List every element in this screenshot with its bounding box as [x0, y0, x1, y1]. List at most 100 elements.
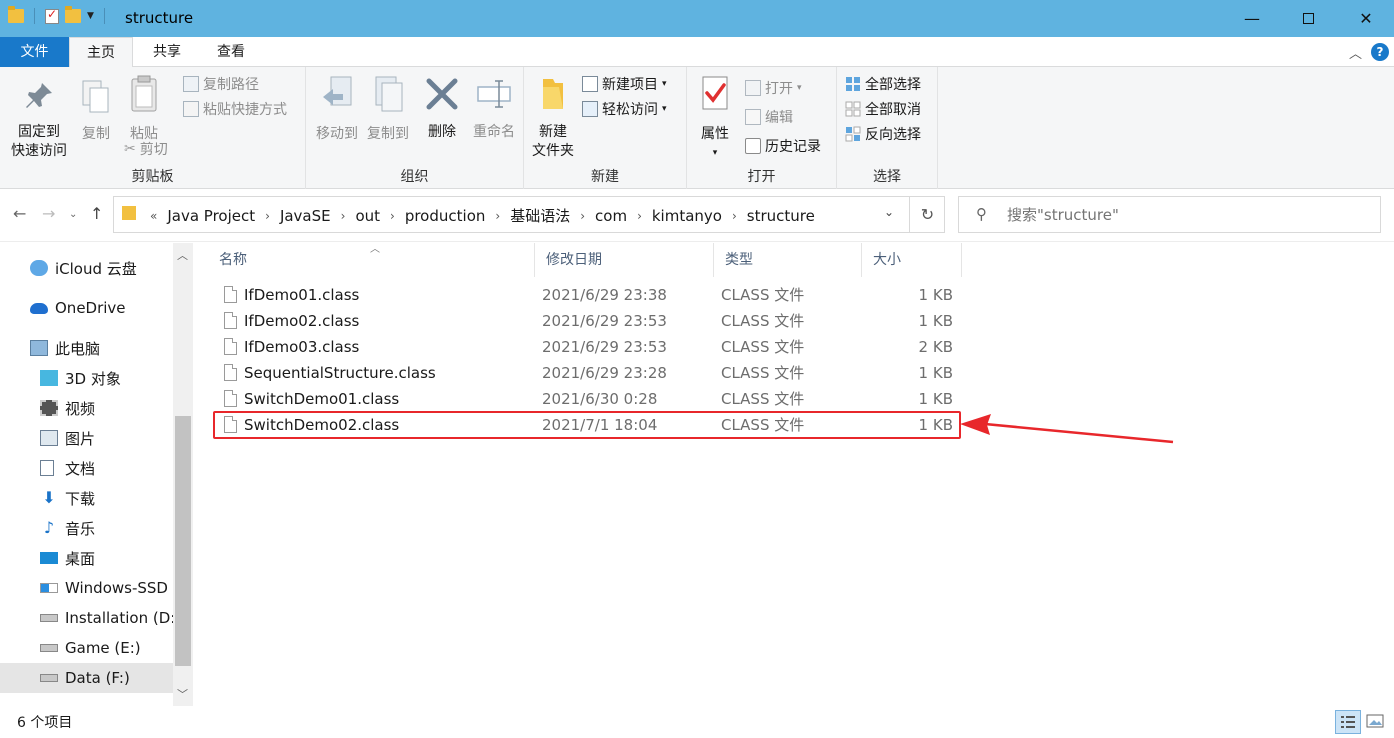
select-all-button[interactable]: 全部选择	[845, 73, 921, 95]
scroll-down-icon[interactable]: ﹀	[177, 686, 188, 702]
customize-toolbar-chevron-icon[interactable]: ▼	[87, 11, 94, 21]
tab-file[interactable]: 文件	[0, 37, 69, 67]
nav-item-onedrive[interactable]: OneDrive	[0, 293, 173, 323]
breadcrumb-item[interactable]: 基础语法	[510, 205, 570, 226]
tab-view[interactable]: 查看	[200, 37, 262, 67]
forward-arrow-icon[interactable]: →	[42, 204, 55, 223]
new-folder-button[interactable]: 新建 文件夹	[529, 75, 577, 161]
breadcrumb-chevron-icon[interactable]: ›	[390, 209, 395, 223]
scrollbar-thumb[interactable]	[175, 416, 191, 666]
new-item-label: 新建项目	[602, 77, 658, 93]
breadcrumb-overflow[interactable]: «	[150, 209, 157, 223]
breadcrumb-item[interactable]: JavaSE	[280, 207, 331, 225]
nav-item-data-f[interactable]: Data (F:)	[0, 663, 173, 693]
refresh-button[interactable]: ↻	[909, 197, 945, 232]
copy-to-button[interactable]: 复制到	[360, 75, 416, 144]
file-row[interactable]: SwitchDemo01.class 2021/6/30 0:28 CLASS …	[215, 386, 960, 412]
nav-pane-scrollbar[interactable]: ︿ ﹀	[173, 243, 193, 706]
nav-item-documents[interactable]: 文档	[0, 453, 173, 483]
breadcrumb-item[interactable]: kimtanyo	[652, 207, 722, 225]
edit-button[interactable]: 编辑	[745, 106, 793, 128]
back-arrow-icon[interactable]: ←	[13, 204, 26, 223]
tab-home[interactable]: 主页	[69, 37, 133, 68]
scroll-up-icon[interactable]: ︿	[177, 247, 188, 263]
file-name: IfDemo03.class	[244, 338, 360, 356]
breadcrumb-chevron-icon[interactable]: ›	[341, 209, 346, 223]
paste-button[interactable]: 粘贴	[124, 75, 164, 144]
collapse-ribbon-icon[interactable]: ︿	[1349, 43, 1362, 62]
breadcrumb-item[interactable]: Java Project	[167, 207, 255, 225]
tab-share[interactable]: 共享	[137, 37, 197, 67]
file-size: 2 KB	[918, 338, 953, 356]
delete-button[interactable]: 删除	[422, 77, 462, 142]
breadcrumb-chevron-icon[interactable]: ›	[637, 209, 642, 223]
move-to-button[interactable]: 移动到	[310, 75, 364, 144]
nav-item-icloud[interactable]: iCloud 云盘	[0, 253, 173, 283]
easy-access-button[interactable]: 轻松访问 ▾	[582, 98, 667, 120]
breadcrumb-chevron-icon[interactable]: ›	[265, 209, 270, 223]
breadcrumb-chevron-icon[interactable]: ›	[580, 209, 585, 223]
breadcrumb-item[interactable]: production	[405, 207, 486, 225]
address-bar[interactable]: « Java Project › JavaSE › out › production ›…	[113, 196, 945, 233]
column-header-date[interactable]: 修改日期	[535, 243, 714, 277]
breadcrumb-item[interactable]: com	[595, 207, 627, 225]
history-button[interactable]: 历史记录	[745, 135, 821, 157]
help-icon[interactable]: ?	[1371, 43, 1389, 61]
file-row[interactable]: SequentialStructure.class 2021/6/29 23:2…	[215, 360, 960, 386]
new-item-button[interactable]: 新建项目 ▾	[582, 73, 667, 95]
nav-item-music[interactable]: ♪ 音乐	[0, 513, 173, 543]
history-icon	[745, 138, 761, 154]
paste-shortcut-button[interactable]: 粘贴快捷方式	[183, 98, 287, 120]
file-row[interactable]: IfDemo03.class 2021/6/29 23:53 CLASS 文件 …	[215, 334, 960, 360]
rename-icon	[477, 80, 511, 108]
nav-item-this-pc[interactable]: 此电脑	[0, 333, 173, 363]
copy-label: 复制	[82, 126, 110, 142]
column-header-type[interactable]: 类型	[714, 243, 862, 277]
up-arrow-icon[interactable]: ↑	[90, 204, 103, 223]
breadcrumb-chevron-icon[interactable]: ›	[732, 209, 737, 223]
select-none-button[interactable]: 全部取消	[845, 98, 921, 120]
nav-item-downloads[interactable]: ⬇ 下载	[0, 483, 173, 513]
properties-button[interactable]: 属性 ▾	[695, 75, 735, 163]
large-icons-view-button[interactable]	[1363, 710, 1389, 734]
nav-item-game-e[interactable]: Game (E:)	[0, 633, 173, 663]
details-view-button[interactable]	[1335, 710, 1361, 734]
nav-item-desktop[interactable]: 桌面	[0, 543, 173, 573]
cut-button[interactable]: ✂ 剪切	[124, 138, 168, 160]
column-header-size[interactable]: 大小	[862, 243, 962, 277]
address-history-chevron-icon[interactable]: ⌄	[884, 205, 894, 219]
nav-item-videos[interactable]: 视频	[0, 393, 173, 423]
details-view-icon	[1341, 716, 1355, 728]
copy-button[interactable]: 复制	[76, 79, 116, 144]
rename-button[interactable]: 重命名	[466, 77, 522, 142]
file-list: ︿ 名称 修改日期 类型 大小 IfDemo01.class 2021/6/29…	[208, 243, 1394, 706]
new-folder-quick-icon[interactable]	[65, 6, 81, 23]
file-name: SequentialStructure.class	[244, 364, 436, 382]
recent-locations-chevron-icon[interactable]: ⌄	[69, 209, 77, 220]
file-row[interactable]: IfDemo02.class 2021/6/29 23:53 CLASS 文件 …	[215, 308, 960, 334]
desktop-icon	[40, 552, 58, 564]
file-row[interactable]: IfDemo01.class 2021/6/29 23:38 CLASS 文件 …	[215, 282, 960, 308]
pin-quick-access-button[interactable]: 固定到 快速访问	[6, 79, 72, 161]
minimize-button[interactable]: —	[1223, 0, 1281, 37]
invert-selection-button[interactable]: 反向选择	[845, 123, 921, 145]
breadcrumb-item[interactable]: out	[355, 207, 380, 225]
breadcrumb-item[interactable]: structure	[747, 207, 815, 225]
close-button[interactable]: ✕	[1337, 0, 1394, 37]
breadcrumb-chevron-icon[interactable]: ›	[495, 209, 500, 223]
paste-shortcut-icon	[183, 101, 199, 117]
nav-item-windows-ssd[interactable]: Windows-SSD	[0, 573, 173, 603]
nav-item-3d-objects[interactable]: 3D 对象	[0, 363, 173, 393]
open-button[interactable]: 打开 ▾	[745, 77, 802, 99]
title-bar: ▼ structure — ✕	[0, 0, 1394, 37]
music-note-icon: ♪	[43, 518, 55, 537]
copy-path-button[interactable]: 复制路径	[183, 73, 259, 95]
search-box[interactable]: ⚲	[958, 196, 1381, 233]
file-type: CLASS 文件	[721, 312, 805, 330]
nav-item-pictures[interactable]: 图片	[0, 423, 173, 453]
maximize-button[interactable]	[1279, 0, 1337, 37]
search-input[interactable]	[1007, 203, 1367, 227]
properties-quick-icon[interactable]	[45, 7, 59, 24]
nav-item-installation-d[interactable]: Installation (D:)	[0, 603, 173, 633]
column-header-name[interactable]: 名称	[208, 243, 535, 277]
